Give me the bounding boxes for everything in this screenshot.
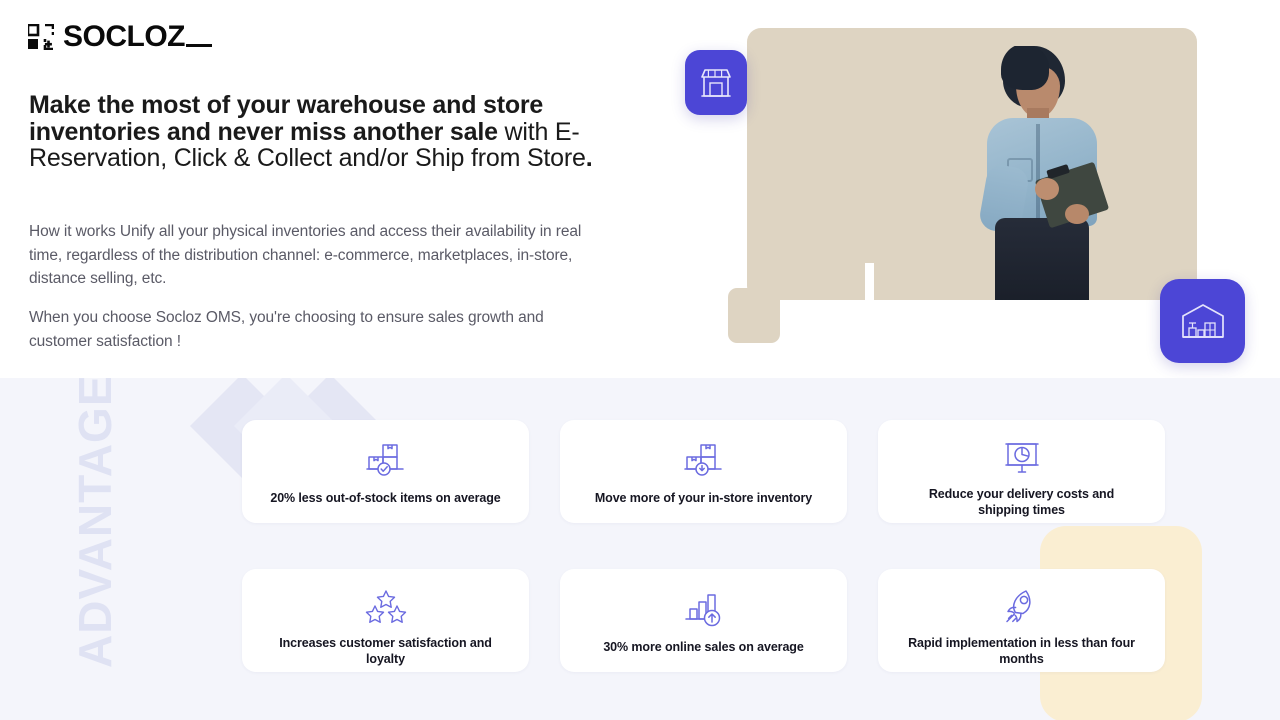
hero-paragraph-1: How it works Unify all your physical inv… <box>29 223 582 287</box>
advantages-card-grid: 20% less out-of-stock items on average M… <box>242 420 1165 672</box>
logo-wordmark: SOCLOZ <box>63 20 186 53</box>
socloz-logo[interactable]: SOCLOZ <box>28 20 186 53</box>
advantages-label: ADVANTAGES <box>69 378 121 668</box>
headline-bold: Make the most of your warehouse and stor… <box>29 91 544 146</box>
worker-figure <box>969 46 1119 300</box>
boxes-move-icon <box>681 438 727 482</box>
hero-paragraph-2: When you choose Socloz OMS, you're choos… <box>29 309 544 350</box>
boxes-check-icon <box>363 438 409 482</box>
advantage-card[interactable]: Reduce your delivery costs and shipping … <box>878 420 1165 523</box>
advantage-card-label: Move more of your in-store inventory <box>594 491 813 505</box>
three-stars-icon <box>363 587 409 627</box>
warehouse-icon <box>1181 304 1224 338</box>
advantage-card-label: Increases customer satisfaction and loya… <box>279 636 492 666</box>
advantage-card-label: 30% more online sales on average <box>603 640 804 654</box>
advantage-card-label: 20% less out-of-stock items on average <box>270 491 501 505</box>
advantage-card[interactable]: Increases customer satisfaction and loya… <box>242 569 529 672</box>
socloz-squares-mark-icon <box>28 24 54 50</box>
warehouse-photo-tile <box>728 288 780 343</box>
advantage-card-label: Rapid implementation in less than four m… <box>908 636 1135 666</box>
advantage-card[interactable]: Rapid implementation in less than four m… <box>878 569 1165 672</box>
advantage-card[interactable]: 20% less out-of-stock items on average <box>242 420 529 523</box>
worker-hand-right <box>1065 204 1089 224</box>
worker-hand-left <box>1035 178 1059 200</box>
logo-underscore <box>186 44 212 47</box>
advantage-card-label: Reduce your delivery costs and shipping … <box>928 487 1115 517</box>
page-title: Make the most of your warehouse and stor… <box>29 92 629 172</box>
warehouse-badge[interactable] <box>1160 279 1245 363</box>
advantage-card[interactable]: Move more of your in-store inventory <box>560 420 847 523</box>
hero-section: SOCLOZ Make the most of your warehouse a… <box>0 0 1280 378</box>
bar-chart-up-icon <box>681 587 727 631</box>
advantage-card[interactable]: 30% more online sales on average <box>560 569 847 672</box>
hero-image <box>697 28 1197 343</box>
worker-hair-front <box>1001 46 1049 90</box>
worker-pants <box>995 218 1089 300</box>
rocket-icon <box>999 587 1045 627</box>
storefront-icon <box>701 68 731 97</box>
advantages-section: ADVANTAGES 20% less out-of-stock items o… <box>0 378 1280 720</box>
storefront-badge[interactable] <box>685 50 747 115</box>
headline-period: . <box>585 144 593 172</box>
presentation-pie-chart-icon <box>1000 438 1044 478</box>
